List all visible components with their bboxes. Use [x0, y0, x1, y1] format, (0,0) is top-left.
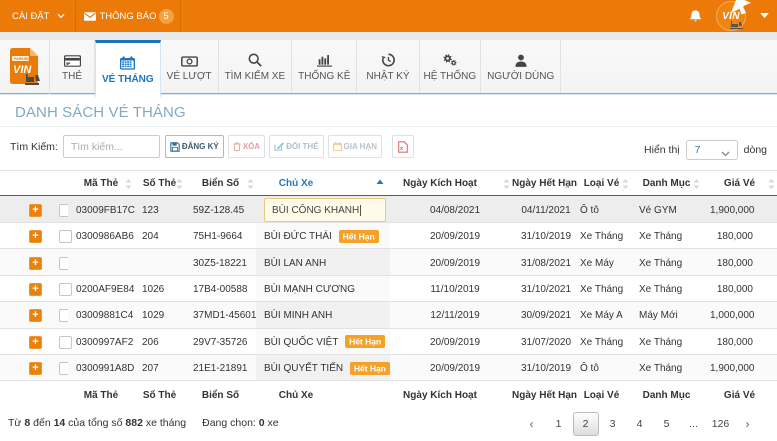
svg-text:x: x — [400, 145, 403, 151]
svg-text:PARKING: PARKING — [14, 57, 31, 61]
svg-text:VIN: VIN — [13, 64, 32, 76]
